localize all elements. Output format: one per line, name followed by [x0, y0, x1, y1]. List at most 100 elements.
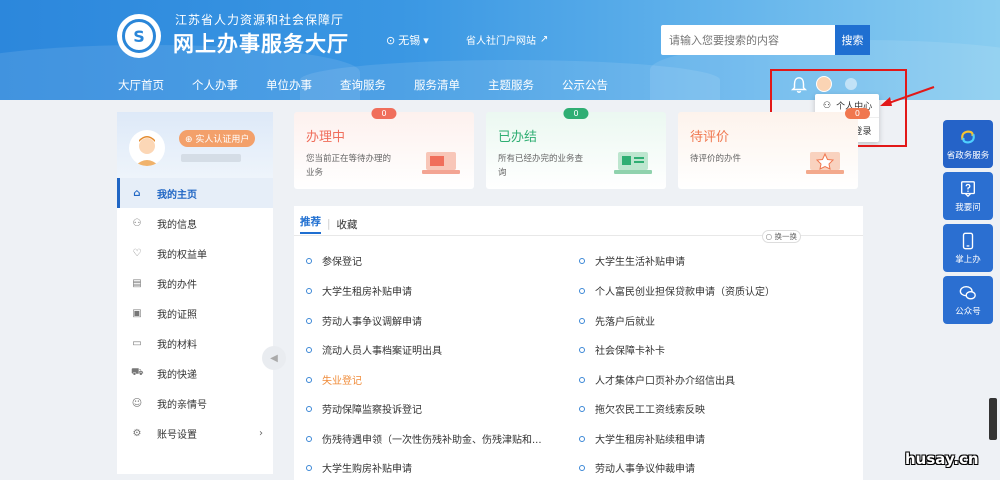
tab-recommend[interactable]: 推荐 — [300, 214, 321, 234]
refresh-label: 换一换 — [774, 232, 798, 241]
sidebar-item-home[interactable]: ⌂ 我的主页 — [117, 178, 273, 208]
service-link[interactable]: 劳动人事争议仲裁申请 — [579, 460, 695, 475]
nav-item-theme[interactable]: 主题服务 — [478, 70, 544, 100]
card-title: 待评价 — [690, 130, 730, 145]
floating-service-bar: 省政务服务 我要问 掌上办 公众号 — [943, 120, 993, 328]
sidebar-item-express[interactable]: ⛟ 我的快递 — [117, 358, 273, 388]
document-icon: ▤ — [132, 277, 142, 289]
caret-down-icon: ▾ — [423, 33, 429, 47]
question-icon — [961, 180, 975, 197]
folder-icon: ▭ — [132, 337, 142, 349]
share-arrow-icon: ↗ — [540, 34, 549, 45]
bullet-icon — [306, 287, 312, 294]
service-link[interactable]: 劳动人事争议调解申请 — [306, 313, 422, 328]
service-link[interactable]: 大学生租房补贴申请 — [306, 283, 412, 298]
scroll-indicator[interactable] — [989, 398, 997, 440]
service-link[interactable]: 大学生租房补贴续租申请 — [579, 431, 705, 446]
sidebar-item-label: 我的材料 — [157, 339, 197, 351]
tab-favorite[interactable]: 收藏 — [337, 217, 358, 232]
star-board-icon — [806, 152, 844, 174]
card-pending-review[interactable]: 0 待评价 待评价的办件 — [678, 108, 870, 189]
card-title: 已办结 — [498, 130, 538, 145]
service-link[interactable]: 社会保障卡补卡 — [579, 342, 665, 357]
nav-item-query[interactable]: 查询服务 — [330, 70, 396, 100]
mobile-service-button[interactable]: 掌上办 — [943, 224, 993, 272]
service-link[interactable]: 个人富民创业担保贷款申请（资质认定） — [579, 283, 775, 298]
nav-item-notice[interactable]: 公示公告 — [552, 70, 618, 100]
bullet-icon — [306, 435, 312, 442]
service-label: 个人富民创业担保贷款申请（资质认定） — [595, 287, 775, 298]
service-label: 拖欠农民工工资线索反映 — [595, 405, 705, 416]
card-in-progress[interactable]: 0 办理中 您当前正在等待办理的业务 — [294, 108, 474, 189]
sidebar-item-label: 我的权益单 — [157, 249, 207, 261]
sidebar-item-label: 账号设置 — [157, 429, 197, 441]
document-board-icon — [614, 152, 652, 174]
services-panel: 推荐 | 收藏 ○ 换一换 参保登记 大学生租房补贴申请 劳动人事争议调解申请 … — [294, 206, 863, 480]
annotation-arrow-icon — [880, 86, 935, 106]
count-badge: 0 — [844, 108, 870, 119]
city-selector[interactable]: ⊙ 无锡 ▾ — [386, 32, 429, 48]
id-card-icon: ▣ — [132, 307, 142, 319]
service-link[interactable]: 大学生生活补贴申请 — [579, 253, 685, 268]
service-link[interactable]: 参保登记 — [306, 253, 362, 268]
ask-question-button[interactable]: 我要问 — [943, 172, 993, 220]
sidebar-collapse-button[interactable]: ◀ — [262, 346, 286, 370]
sidebar-item-licenses[interactable]: ▣ 我的证照 — [117, 298, 273, 328]
service-link[interactable]: 失业登记 — [306, 372, 362, 387]
org-name: 江苏省人力资源和社会保障厅 — [175, 13, 345, 27]
service-link[interactable]: 劳动保障监察投诉登记 — [306, 401, 422, 416]
verified-icon: ⊕ — [185, 135, 193, 145]
nav-item-personal[interactable]: 个人办事 — [182, 70, 248, 100]
bullet-icon — [306, 257, 312, 264]
sidebar-item-account-settings[interactable]: ⚙ 账号设置 › — [117, 418, 273, 448]
caret-left-icon: ◀ — [270, 352, 278, 364]
sidebar-item-rights[interactable]: ♡ 我的权益单 — [117, 238, 273, 268]
location-pin-icon: ⊙ — [386, 33, 396, 47]
sidebar-item-info[interactable]: ⚇ 我的信息 — [117, 208, 273, 238]
sidebar-item-cases[interactable]: ▤ 我的办件 — [117, 268, 273, 298]
card-completed[interactable]: 0 已办结 所有已经办完的业务查询 — [486, 108, 666, 189]
mobile-service-label: 掌上办 — [955, 254, 981, 265]
laptop-icon — [422, 152, 460, 174]
search-input[interactable] — [661, 25, 835, 55]
service-label: 参保登记 — [322, 257, 362, 268]
service-link[interactable]: 伤残待遇申领（一次性伤残补助金、伤残津贴和... — [306, 431, 542, 446]
gov-service-button[interactable]: 省政务服务 — [943, 120, 993, 168]
card-desc: 所有已经办完的业务查询 — [498, 154, 584, 178]
sidebar-item-materials[interactable]: ▭ 我的材料 — [117, 328, 273, 358]
verified-user-badge: ⊕ 实人认证用户 — [179, 130, 256, 147]
refresh-icon: ○ — [765, 232, 773, 241]
portal-link[interactable]: 省人社门户网站 ↗ — [466, 32, 548, 47]
nav-item-home[interactable]: 大厅首页 — [108, 70, 174, 100]
bullet-icon — [579, 317, 585, 324]
wechat-icon — [959, 285, 976, 300]
username-placeholder — [181, 154, 241, 162]
service-link[interactable]: 大学生购房补贴申请 — [306, 460, 412, 475]
bullet-icon — [579, 376, 585, 383]
service-label: 社会保障卡补卡 — [595, 346, 665, 357]
service-link[interactable]: 人才集体户口页补办介绍信出具 — [579, 372, 735, 387]
nav-item-company[interactable]: 单位办事 — [256, 70, 322, 100]
gov-service-label: 省政务服务 — [946, 150, 990, 161]
sidebar-item-label: 我的亲情号 — [157, 399, 207, 411]
logo-icon[interactable]: S — [117, 14, 161, 58]
chevron-right-icon: › — [259, 427, 263, 439]
bullet-icon — [579, 435, 585, 442]
service-link[interactable]: 先落户后就业 — [579, 313, 655, 328]
search-button[interactable]: 搜索 — [835, 25, 870, 55]
card-desc: 待评价的办件 — [690, 154, 742, 164]
refresh-button[interactable]: ○ 换一换 — [761, 230, 801, 243]
avatar[interactable] — [129, 130, 165, 166]
sidebar-item-label: 我的信息 — [157, 219, 197, 231]
service-link[interactable]: 流动人员人事档案证明出具 — [306, 342, 442, 357]
nav-item-service-list[interactable]: 服务清单 — [404, 70, 470, 100]
bullet-icon — [579, 257, 585, 264]
service-label: 先落户后就业 — [595, 317, 655, 328]
service-label: 大学生购房补贴申请 — [322, 464, 412, 475]
service-link[interactable]: 拖欠农民工工资线索反映 — [579, 401, 705, 416]
sidebar: ⊕ 实人认证用户 ⌂ 我的主页 ⚇ 我的信息 ♡ 我的权益单 ▤ 我的办件 ▣ … — [117, 112, 273, 474]
service-label: 大学生租房补贴续租申请 — [595, 435, 705, 446]
wechat-account-button[interactable]: 公众号 — [943, 276, 993, 324]
watermark: husay.cn — [905, 450, 979, 468]
sidebar-item-family[interactable]: ☺ 我的亲情号 — [117, 388, 273, 418]
